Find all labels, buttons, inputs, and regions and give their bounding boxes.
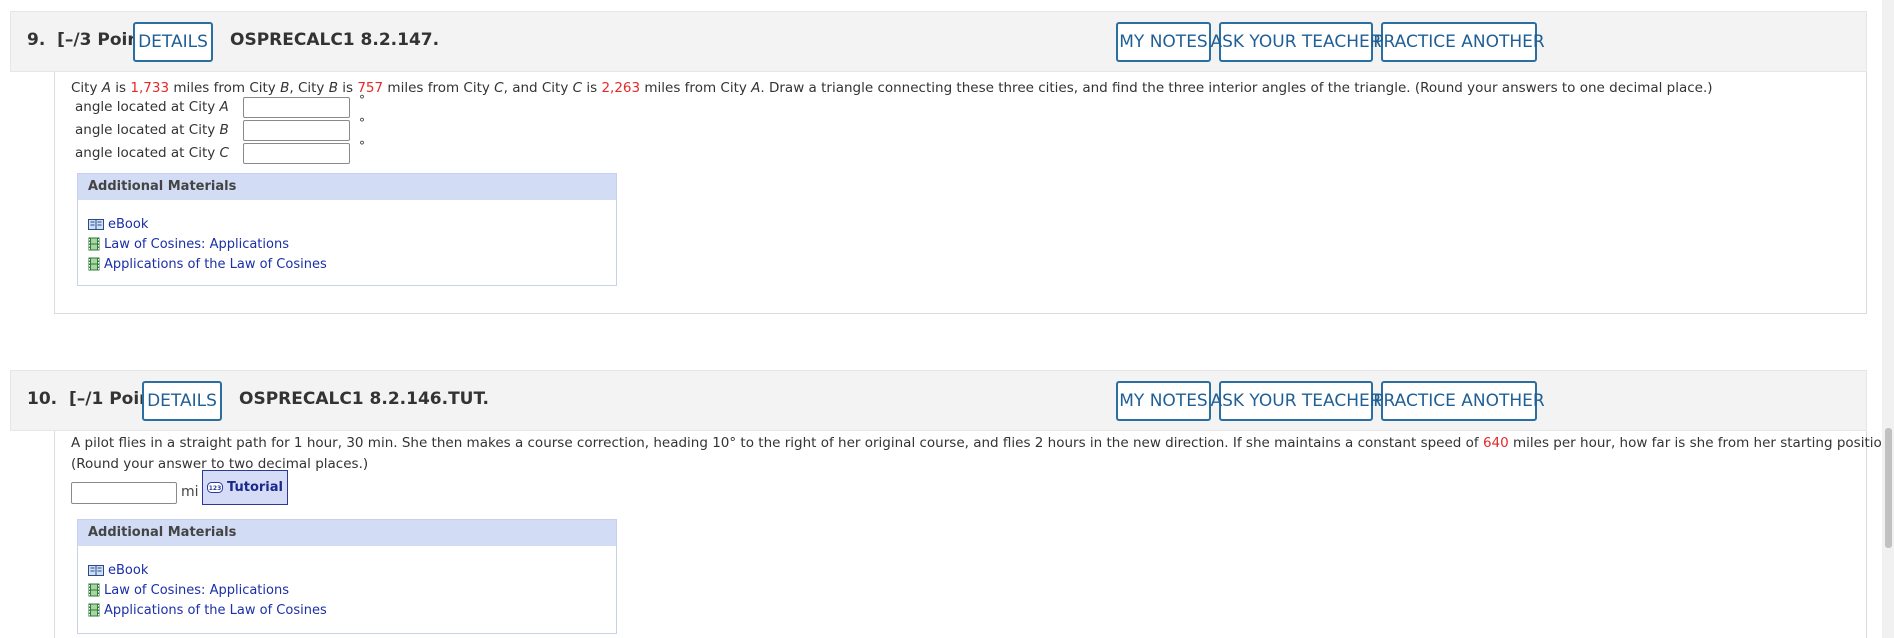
vertical-scrollbar[interactable]	[1882, 0, 1894, 638]
film-icon	[88, 257, 100, 271]
angle-a-input[interactable]	[243, 97, 350, 118]
question-text: City A is 1,733 miles from City B, City …	[71, 80, 1713, 96]
film-icon	[88, 603, 100, 617]
angle-c-input[interactable]	[243, 143, 350, 164]
degree-unit: °	[359, 93, 365, 107]
video-link-applications-of-law-of-cosines[interactable]: Applications of the Law of Cosines	[88, 600, 606, 620]
additional-materials-heading: Additional Materials	[78, 520, 616, 546]
unit-label: mi	[181, 484, 199, 500]
value-highlight: 2,263	[601, 80, 641, 96]
answer-label: angle located at City A	[75, 99, 229, 115]
degree-unit: °	[359, 139, 365, 153]
tutorial-button[interactable]: 123 Tutorial	[202, 470, 288, 505]
practice-another-button[interactable]: PRACTICE ANOTHER	[1373, 22, 1545, 62]
video-link-applications-of-law-of-cosines[interactable]: Applications of the Law of Cosines	[88, 254, 606, 274]
practice-another-button[interactable]: PRACTICE ANOTHER	[1373, 381, 1545, 421]
details-button[interactable]: DETAILS	[142, 381, 222, 421]
question-code: OSPRECALC1 8.2.147.	[230, 30, 440, 50]
ebook-link[interactable]: eBook	[88, 214, 606, 234]
additional-materials-panel: Additional Materials eBook Law of Cosine…	[77, 173, 617, 286]
question-9-header: 9. [–/3 Points] DETAILS OSPRECALC1 8.2.1…	[10, 11, 1867, 72]
book-icon	[88, 218, 104, 230]
answer-row: mi 123 Tutorial	[55, 470, 355, 505]
ask-your-teacher-button[interactable]: ASK YOUR TEACHER	[1210, 22, 1382, 62]
video-link-law-of-cosines-applications[interactable]: Law of Cosines: Applications	[88, 580, 606, 600]
book-icon	[88, 564, 104, 576]
question-number-text: 9.	[27, 30, 46, 50]
svg-text:123: 123	[209, 485, 222, 492]
my-notes-button[interactable]: MY NOTES	[1116, 22, 1211, 62]
additional-materials-panel: Additional Materials eBook Law of Cosine…	[77, 519, 617, 634]
answer-label: angle located at City B	[75, 122, 229, 138]
scrollbar-thumb[interactable]	[1885, 428, 1892, 548]
degree-unit: °	[359, 116, 365, 130]
question-9-body: City A is 1,733 miles from City B, City …	[54, 72, 1867, 314]
question-code: OSPRECALC1 8.2.146.TUT.	[239, 389, 489, 409]
answer-label: angle located at City C	[75, 145, 229, 161]
ask-your-teacher-button[interactable]: ASK YOUR TEACHER	[1210, 381, 1382, 421]
materials-list: eBook Law of Cosines: Applications Appli…	[78, 546, 616, 630]
additional-materials-heading: Additional Materials	[78, 174, 616, 200]
angle-b-input[interactable]	[243, 120, 350, 141]
question-10-header: 10. [–/1 Points] DETAILS OSPRECALC1 8.2.…	[10, 370, 1867, 431]
details-button[interactable]: DETAILS	[133, 22, 213, 62]
value-highlight: 1,733	[130, 80, 170, 96]
value-highlight: 640	[1482, 435, 1509, 451]
tutorial-icon: 123	[207, 482, 224, 493]
film-icon	[88, 583, 100, 597]
my-notes-button[interactable]: MY NOTES	[1116, 381, 1211, 421]
distance-input[interactable]	[71, 482, 177, 504]
question-text: A pilot flies in a straight path for 1 h…	[71, 435, 1894, 451]
question-number-text: 10.	[27, 389, 58, 409]
materials-list: eBook Law of Cosines: Applications Appli…	[78, 200, 616, 284]
question-10-body: A pilot flies in a straight path for 1 h…	[54, 431, 1894, 638]
ebook-link[interactable]: eBook	[88, 560, 606, 580]
video-link-law-of-cosines-applications[interactable]: Law of Cosines: Applications	[88, 234, 606, 254]
film-icon	[88, 237, 100, 251]
